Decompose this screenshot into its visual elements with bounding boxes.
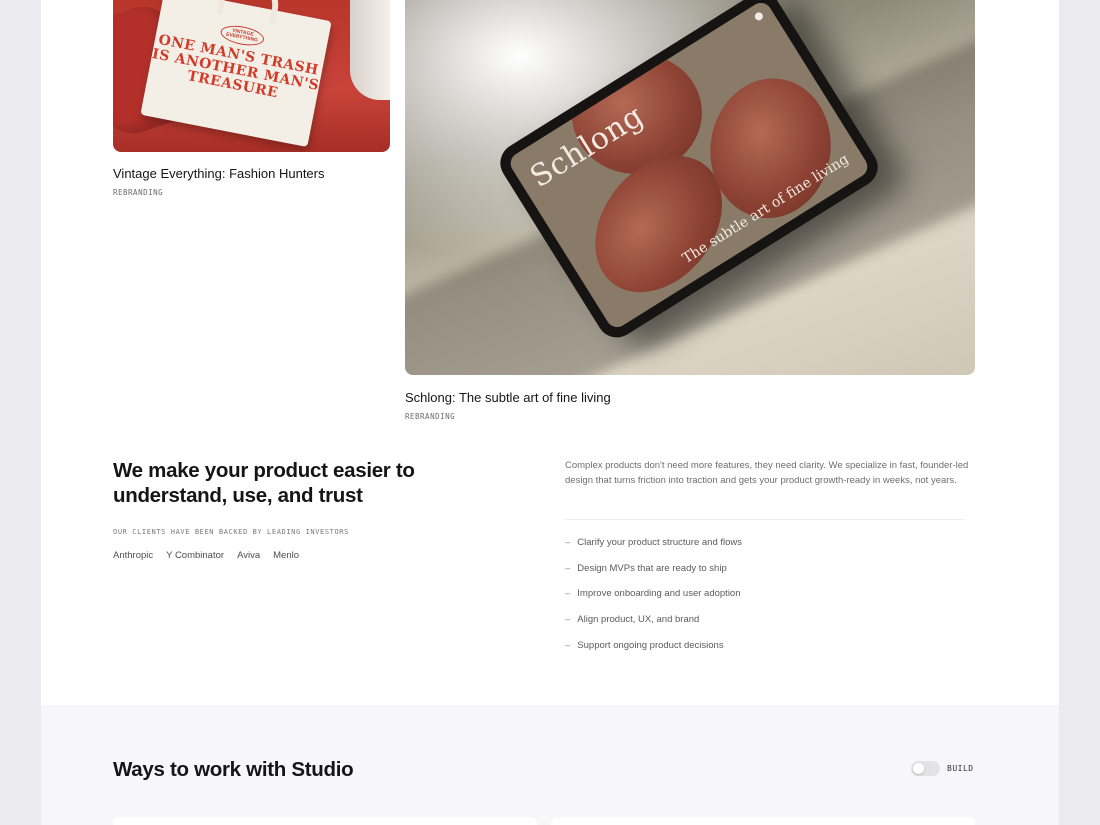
dash-marker: – — [565, 562, 571, 574]
pricing-card[interactable] — [113, 817, 537, 825]
investor-name: Y Combinator — [166, 550, 225, 561]
investor-name: Menlo — [273, 550, 299, 561]
pricing-card[interactable] — [551, 817, 975, 825]
lamp — [350, 0, 390, 100]
investor-name: Anthropic — [113, 550, 154, 561]
camera-icon — [753, 10, 765, 22]
list-item-label: Clarify your product structure and flows — [577, 537, 743, 548]
page: VINTAGE EVERYTHING ONE MAN'S TRASH IS AN… — [41, 0, 1059, 825]
project-tag: REBRANDING — [113, 188, 164, 197]
investor-list: Anthropic Y Combinator Aviva Menlo — [113, 550, 299, 561]
intro-description: Complex products don't need more feature… — [565, 460, 969, 486]
build-toggle[interactable] — [911, 761, 940, 776]
dash-marker: – — [565, 537, 571, 548]
divider — [565, 519, 965, 520]
list-item: – Clarify your product structure and flow… — [565, 537, 742, 563]
toggle-label: BUILD — [947, 764, 974, 773]
project-title-schlong[interactable]: Schlong: The subtle art of fine living — [405, 390, 611, 405]
project-tag: REBRANDING — [405, 412, 456, 421]
dash-marker: – — [565, 614, 571, 626]
list-item: – Design MVPs that are ready to ship — [565, 563, 742, 589]
list-item-label: Support ongoing product decisions — [577, 639, 724, 651]
investor-name: Aviva — [237, 550, 261, 561]
toggle-knob — [913, 763, 924, 774]
section-headline: We make your product easier to understan… — [113, 459, 415, 507]
list-item: – Improve onboarding and user adoption — [565, 588, 742, 614]
tote-bag: VINTAGE EVERYTHING ONE MAN'S TRASH IS AN… — [140, 0, 332, 148]
project-title-vintage-everything[interactable]: Vintage Everything: Fashion Hunters — [113, 166, 325, 181]
bag-handle — [216, 0, 284, 25]
list-item: – Align product, UX, and brand — [565, 614, 742, 640]
investors-label: OUR CLIENTS HAVE BEEN BACKED BY LEADING … — [113, 528, 349, 536]
list-item-label: Improve onboarding and user adoption — [577, 588, 741, 600]
ways-section: Ways to work with Studio BUILD — [41, 705, 1059, 825]
list-item: – Support ongoing product decisions — [565, 640, 742, 666]
list-item-label: Design MVPs that are ready to ship — [577, 562, 727, 574]
ways-title: Ways to work with Studio — [113, 758, 354, 781]
dash-marker: – — [565, 639, 571, 651]
project-image-vintage-everything[interactable]: VINTAGE EVERYTHING ONE MAN'S TRASH IS AN… — [113, 0, 390, 152]
project-image-schlong[interactable]: Schlong The subtle art of fine living — [405, 0, 975, 375]
list-item-label: Align product, UX, and brand — [577, 614, 700, 626]
dash-marker: – — [565, 588, 571, 600]
service-list: – Clarify your product structure and flow… — [565, 537, 742, 665]
